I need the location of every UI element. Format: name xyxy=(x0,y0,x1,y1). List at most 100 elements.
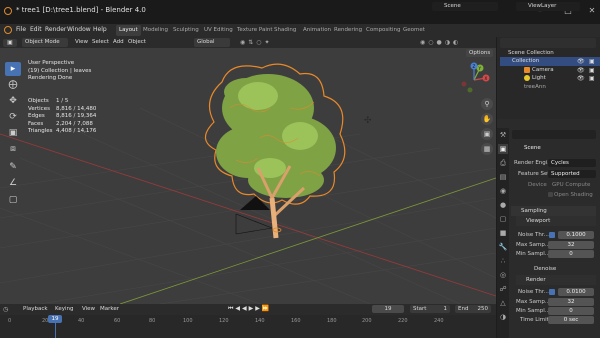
menu-edit[interactable]: Edit xyxy=(30,26,42,33)
view-layer-tab-icon[interactable]: ▤ xyxy=(498,172,508,182)
editor-type-icon[interactable]: ▣ xyxy=(3,39,17,47)
scale-tool-icon[interactable]: ▣ xyxy=(5,126,21,140)
3d-viewport[interactable]: ✣ xyxy=(0,48,496,304)
denoise-subpanel-header[interactable]: Denoise xyxy=(524,264,596,274)
camera-view-icon[interactable]: ▣ xyxy=(481,128,493,140)
world-tab-icon[interactable]: ● xyxy=(498,200,508,210)
select-box-tool-icon[interactable]: ▸ xyxy=(5,62,21,76)
time-limit-field[interactable]: 0 sec xyxy=(548,316,594,324)
end-frame-field[interactable]: End 250 xyxy=(455,305,491,313)
outliner-collection[interactable]: Collection xyxy=(512,57,539,65)
current-frame-field[interactable]: 19 xyxy=(372,305,404,313)
material-tab-icon[interactable]: ◑ xyxy=(498,312,508,322)
menu-help[interactable]: Help xyxy=(93,26,107,33)
navigation-gizmo[interactable]: X Y Z xyxy=(458,62,490,94)
outliner-light[interactable]: Light xyxy=(532,74,546,82)
visibility-eye-icon[interactable]: 👁 xyxy=(577,75,585,82)
close-icon[interactable]: ✕ xyxy=(580,5,600,17)
viewport-subpanel-header[interactable]: Viewport xyxy=(516,216,596,226)
scene-tab-icon[interactable]: ◉ xyxy=(498,186,508,196)
tab-layout[interactable]: Layout xyxy=(116,25,141,36)
render-noise-field[interactable]: 0.0100 xyxy=(558,288,594,296)
outliner-search[interactable] xyxy=(500,38,596,48)
render-camera-icon[interactable]: ▣ xyxy=(589,58,595,65)
physics-tab-icon[interactable]: ◎ xyxy=(498,270,508,280)
tab-sculpting[interactable]: Sculpting xyxy=(170,25,202,36)
blender-menu-icon[interactable] xyxy=(4,26,12,34)
tab-modeling[interactable]: Modeling xyxy=(140,25,171,36)
grid-view-icon[interactable]: ▦ xyxy=(481,143,493,155)
menu-render[interactable]: Render xyxy=(45,26,66,33)
timeline-editor-icon[interactable]: ◷ xyxy=(3,306,15,314)
menu-file[interactable]: File xyxy=(16,26,26,33)
menu-select[interactable]: Select xyxy=(89,38,112,47)
outliner-scene-collection[interactable]: Scene Collection xyxy=(508,49,554,57)
modifier-tab-icon[interactable]: 🔧 xyxy=(498,242,508,252)
snapping-icons[interactable]: ◉⇅○✦ xyxy=(240,39,300,47)
zoom-icon[interactable]: ⚲ xyxy=(481,98,493,110)
tab-uv-editing[interactable]: UV Editing xyxy=(201,25,236,36)
particles-tab-icon[interactable]: ∴ xyxy=(498,256,508,266)
outliner-tree[interactable]: treeAnn xyxy=(524,83,546,91)
tab-texture-paint[interactable]: Texture Paint xyxy=(234,25,276,36)
open-shading-checkbox[interactable] xyxy=(548,192,553,197)
object-mode-dropdown[interactable]: Object Mode xyxy=(22,38,68,47)
viewport-max-samples-field[interactable]: 32 xyxy=(548,241,594,249)
object-tab-icon[interactable]: ■ xyxy=(498,228,508,238)
visibility-eye-icon[interactable]: 👁 xyxy=(577,58,585,65)
transform-tool-icon[interactable]: ⧈ xyxy=(5,142,21,156)
render-camera-icon[interactable]: ▣ xyxy=(589,75,595,82)
light-object[interactable] xyxy=(0,48,496,304)
visibility-eye-icon[interactable]: 👁 xyxy=(577,67,585,74)
menu-object[interactable]: Object xyxy=(125,38,149,47)
render-camera-icon[interactable]: ▣ xyxy=(589,67,595,74)
stat-label: Faces xyxy=(28,120,44,127)
feature-set-dropdown[interactable]: Supported xyxy=(548,170,596,178)
tool-tab-icon[interactable]: ⚒ xyxy=(498,130,508,140)
options-button[interactable]: Options xyxy=(466,49,494,57)
outliner-camera[interactable]: Camera xyxy=(532,66,554,74)
viewport-min-samples-field[interactable]: 0 xyxy=(548,250,594,258)
render-min-samples-field[interactable]: 0 xyxy=(548,307,594,315)
view-layer-selector[interactable]: ViewLayer xyxy=(516,2,580,11)
pan-hand-icon[interactable]: ✋ xyxy=(481,113,493,125)
add-cube-tool-icon[interactable]: ▢ xyxy=(5,193,21,207)
tab-rendering[interactable]: Rendering xyxy=(331,25,365,36)
tab-compositing[interactable]: Compositing xyxy=(363,25,403,36)
end-value: 250 xyxy=(477,306,489,312)
render-subpanel-header[interactable]: Render xyxy=(516,275,596,285)
render-tab-icon[interactable]: ▣ xyxy=(498,144,508,154)
measure-tool-icon[interactable]: ∠ xyxy=(5,176,21,190)
sampling-panel-header[interactable]: Sampling xyxy=(511,206,596,216)
frame-tick: 200 xyxy=(362,318,372,324)
annotate-tool-icon[interactable]: ✎ xyxy=(5,160,21,174)
properties-search[interactable] xyxy=(512,130,596,139)
render-max-samples-field[interactable]: 32 xyxy=(548,298,594,306)
constraints-tab-icon[interactable]: ☍ xyxy=(498,284,508,294)
move-tool-icon[interactable]: ✥ xyxy=(5,94,21,108)
rotate-tool-icon[interactable]: ⟳ xyxy=(5,110,21,124)
shading-mode-icons[interactable]: ◉○●◑◐ xyxy=(420,39,494,47)
render-noise-checkbox[interactable] xyxy=(549,289,555,295)
playback-controls[interactable]: ⏮◀◀▶▶⏩ xyxy=(228,305,288,313)
tab-animation[interactable]: Animation xyxy=(300,25,334,36)
menu-marker[interactable]: Marker xyxy=(97,305,122,314)
collection-tab-icon[interactable]: ▢ xyxy=(498,214,508,224)
timeline-ruler[interactable] xyxy=(0,315,496,338)
menu-view-timeline[interactable]: View xyxy=(79,305,98,314)
tab-geometry[interactable]: Geomet xyxy=(400,25,428,36)
viewport-noise-checkbox[interactable] xyxy=(549,232,555,238)
menu-window[interactable]: Window xyxy=(67,26,91,33)
menu-keying[interactable]: Keying xyxy=(52,305,76,314)
output-tab-icon[interactable]: ⎙ xyxy=(498,158,508,168)
start-frame-field[interactable]: Start 1 xyxy=(410,305,450,313)
viewport-noise-field[interactable]: 0.1000 xyxy=(558,231,594,239)
transform-orientation-dropdown[interactable]: Global xyxy=(194,38,230,47)
frame-tick: 160 xyxy=(291,318,301,324)
scene-selector[interactable]: Scene xyxy=(432,2,498,11)
tab-shading[interactable]: Shading xyxy=(271,25,299,36)
render-engine-dropdown[interactable]: Cycles xyxy=(548,159,596,167)
cursor-tool-icon[interactable]: ⨁ xyxy=(5,78,21,92)
data-tab-icon[interactable]: △ xyxy=(498,298,508,308)
menu-playback[interactable]: Playback xyxy=(20,305,51,314)
